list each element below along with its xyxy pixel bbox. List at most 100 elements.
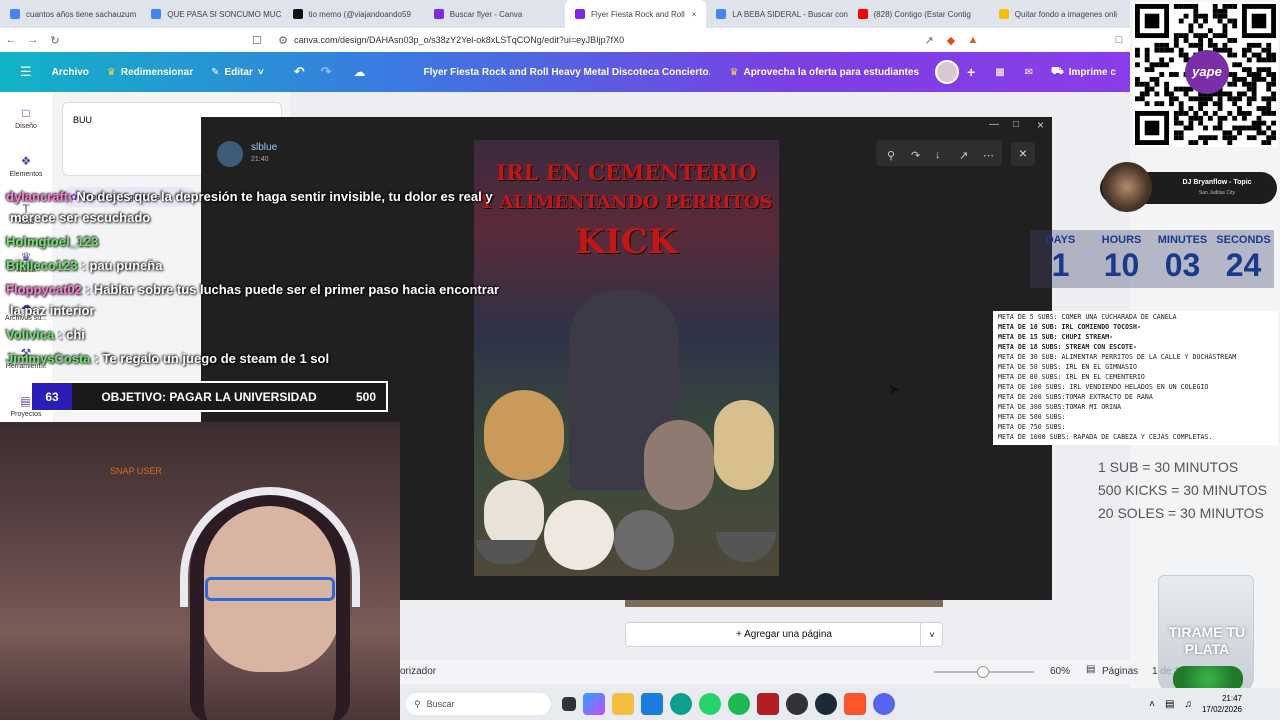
add-page-button[interactable]: + Agregar una página bbox=[625, 622, 943, 647]
qr-module bbox=[1217, 101, 1223, 107]
clock[interactable]: 21:47 17/02/2026 bbox=[1202, 693, 1242, 715]
comment-icon[interactable]: ✉ bbox=[1025, 67, 1033, 78]
zoom-icon[interactable]: ⚲ bbox=[887, 149, 895, 162]
browser-tab[interactable]: QUE PASA SI SONCUMO MUC bbox=[141, 0, 282, 28]
back-icon[interactable]: ← bbox=[0, 34, 22, 46]
qr-module bbox=[1237, 106, 1242, 111]
favicon-icon bbox=[716, 9, 727, 19]
redo-icon[interactable]: ↷ bbox=[321, 64, 332, 80]
store-icon[interactable] bbox=[641, 693, 663, 715]
rail-item[interactable]: □ Diseño bbox=[0, 106, 52, 130]
file-explorer-icon[interactable] bbox=[612, 693, 634, 715]
qr-module bbox=[1203, 33, 1208, 39]
analytics-icon[interactable]: ▩ bbox=[995, 67, 1004, 78]
chat-message: dylancraft: No dejes que la depresión te … bbox=[6, 189, 493, 204]
clock-time: 21:47 bbox=[1221, 694, 1242, 703]
qr-module bbox=[1193, 140, 1199, 145]
copilot-icon[interactable] bbox=[583, 693, 605, 715]
sub-goal-item: META DE 80 SUBS: IRL EN EL CEMENTERIO bbox=[998, 373, 1145, 381]
album-art bbox=[1102, 162, 1152, 212]
pages-icon[interactable]: ▤ bbox=[1086, 664, 1095, 675]
file-menu[interactable]: Archivo bbox=[52, 67, 89, 78]
taskbar-search[interactable]: ⚲ Buscar bbox=[406, 693, 550, 715]
qr-module bbox=[1251, 125, 1257, 131]
tip-jar: TIRAME TU PLATA bbox=[1158, 575, 1254, 695]
rewards-icon[interactable]: ▲ bbox=[962, 34, 984, 46]
brave-icon[interactable] bbox=[844, 693, 866, 715]
share-icon[interactable]: ↗ bbox=[918, 34, 940, 47]
browser-tab[interactable]: Buscar flyer - Canva bbox=[424, 0, 565, 28]
qr-module bbox=[1232, 4, 1238, 9]
qr-module bbox=[1232, 101, 1238, 107]
crown-icon: ♛ bbox=[729, 66, 739, 78]
task-view-icon[interactable] bbox=[562, 697, 576, 711]
qr-module bbox=[1173, 33, 1179, 39]
qr-module bbox=[1193, 42, 1199, 48]
add-page-chevron-icon[interactable]: ˅ bbox=[920, 622, 943, 647]
pages-button[interactable]: Páginas bbox=[1102, 666, 1138, 677]
qr-module bbox=[1261, 130, 1267, 136]
browser-tab[interactable]: LA BEBA SIDERAL - Buscar con bbox=[706, 0, 848, 28]
steam-icon[interactable] bbox=[815, 693, 837, 715]
countdown-label: DAYS bbox=[1045, 234, 1076, 246]
edit-label: Editar bbox=[224, 66, 253, 78]
brave-shield-icon[interactable]: ◆ bbox=[940, 34, 962, 47]
qr-module bbox=[1164, 47, 1170, 53]
discord-icon[interactable] bbox=[873, 693, 895, 715]
sender-name: slblue bbox=[251, 142, 278, 153]
zoom-slider[interactable] bbox=[934, 666, 1034, 678]
qr-module bbox=[1246, 96, 1252, 102]
browser-tab[interactable]: cuantos años tiene sachauzum bbox=[0, 0, 141, 28]
open-external-icon[interactable]: ↗ bbox=[959, 149, 968, 162]
zoom-level[interactable]: 60% bbox=[1050, 666, 1070, 677]
sidebar-toggle-icon[interactable]: □ bbox=[1108, 34, 1130, 46]
add-collaborator-icon[interactable]: + bbox=[967, 64, 975, 80]
avatar[interactable] bbox=[935, 60, 960, 84]
edge-icon[interactable] bbox=[670, 693, 692, 715]
download-icon[interactable]: ↓ bbox=[935, 149, 941, 161]
qr-module bbox=[1207, 42, 1213, 48]
url-field[interactable]: canva.com/design/DAHAsn03p_o/s38zY2Yel-o… bbox=[294, 35, 914, 45]
browser-tab-title: LA BEBA SIDERAL - Buscar con bbox=[732, 9, 848, 19]
forward-icon[interactable]: → bbox=[22, 34, 44, 46]
qr-module bbox=[1227, 38, 1233, 43]
network-icon[interactable]: ▤ bbox=[1165, 699, 1174, 710]
browser-tab[interactable]: Flyer Fiesta Rock and Roll × bbox=[565, 0, 707, 28]
browser-tab[interactable]: (828) Contigo (Estar Contig bbox=[848, 0, 989, 28]
more-icon[interactable]: ⋯ bbox=[983, 149, 994, 162]
qr-module bbox=[1169, 91, 1174, 97]
spotify-icon[interactable] bbox=[728, 693, 750, 715]
minimize-icon[interactable]: — bbox=[989, 119, 999, 130]
forward-message-icon[interactable]: ↷ bbox=[911, 149, 920, 162]
cloud-save-icon[interactable]: ☁ bbox=[354, 65, 366, 79]
window-close-icon[interactable]: × bbox=[1037, 118, 1044, 132]
app-icon[interactable] bbox=[757, 693, 779, 715]
viewer-close-button[interactable]: × bbox=[1011, 142, 1035, 166]
rail-item[interactable]: ❖ Elementos bbox=[0, 154, 52, 178]
edit-menu[interactable]: ✎ Editar ˅ bbox=[211, 67, 264, 78]
qr-module bbox=[1222, 23, 1228, 29]
site-info-icon[interactable]: ⚙ bbox=[272, 34, 294, 47]
obs-icon[interactable] bbox=[786, 693, 808, 715]
qr-module bbox=[1246, 110, 1252, 116]
browser-tab[interactable]: Quitar fondo a imagenes onli bbox=[989, 0, 1130, 28]
search-input[interactable]: BUU bbox=[73, 115, 92, 125]
print-button[interactable]: ⛟ Imprime c bbox=[1051, 66, 1116, 79]
whatsapp-icon[interactable] bbox=[699, 693, 721, 715]
zoom-slider-handle[interactable] bbox=[977, 666, 989, 678]
bookmark-icon[interactable]: ☐ bbox=[246, 34, 268, 47]
volume-icon[interactable]: ♫ bbox=[1184, 699, 1192, 710]
qr-module bbox=[1203, 110, 1208, 116]
sub-goal-item: META DE 30 SUB: ALIMENTAR PERRITOS DE LA… bbox=[998, 353, 1237, 361]
menu-icon[interactable]: ☰ bbox=[20, 64, 32, 80]
browser-tab[interactable]: tio memo (@viajandoando59 bbox=[283, 0, 424, 28]
maximize-icon[interactable]: □ bbox=[1013, 119, 1019, 130]
close-tab-icon[interactable]: × bbox=[692, 10, 697, 19]
reload-icon[interactable]: ↻ bbox=[44, 34, 66, 47]
undo-icon[interactable]: ↶ bbox=[294, 64, 305, 80]
document-title[interactable]: Flyer Fiesta Rock and Roll Heavy Metal D… bbox=[424, 67, 710, 78]
student-offer-button[interactable]: ♛ Aprovecha la oferta para estudiantes bbox=[730, 67, 920, 78]
resize-button[interactable]: ♛ Redimensionar bbox=[107, 67, 193, 78]
flyer-image: IRL EN CEMENTERIO Y ALIMENTANDO PERRITOS… bbox=[474, 140, 779, 576]
tray-chevron-icon[interactable]: ˄ bbox=[1149, 699, 1155, 710]
